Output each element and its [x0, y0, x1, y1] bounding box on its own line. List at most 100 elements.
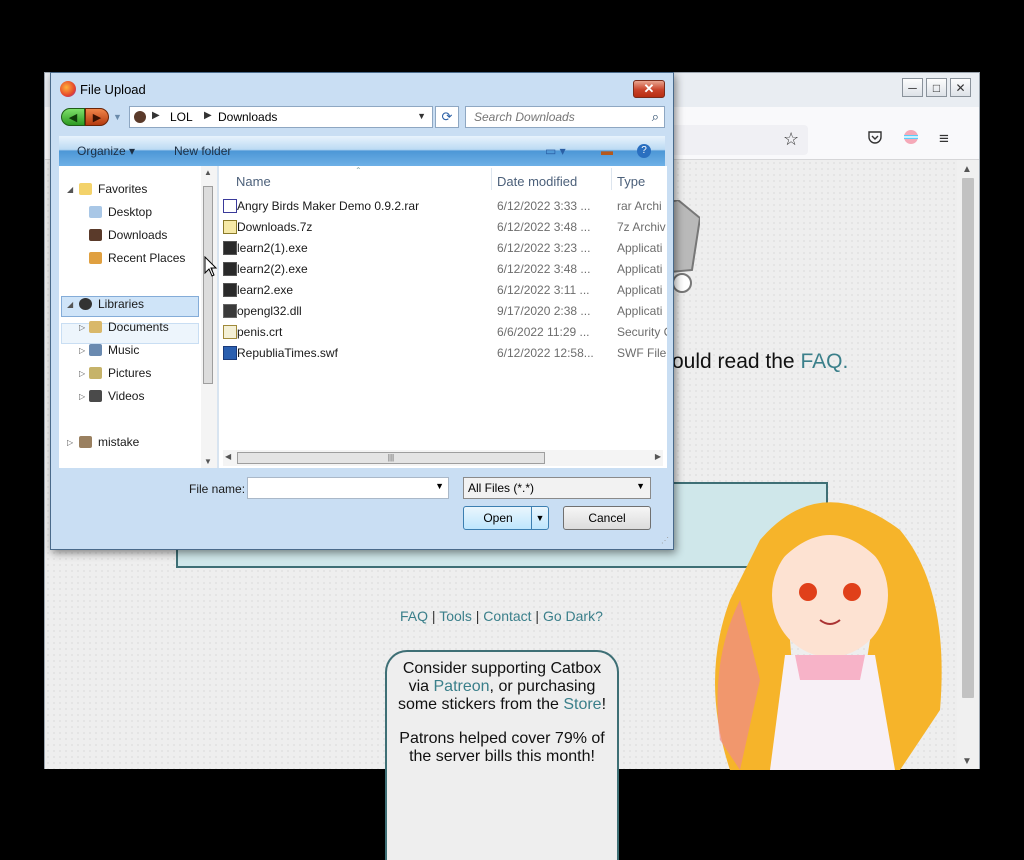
breadcrumb-arrow-icon[interactable]: ▶ [152, 110, 160, 121]
file-name: learn2(2).exe [237, 262, 308, 276]
go-dark-link[interactable]: Go Dark? [543, 608, 603, 624]
maximize-button[interactable]: □ [926, 78, 947, 97]
help-icon[interactable]: ? [637, 144, 651, 158]
collapse-arrow-icon[interactable]: ◢ [67, 185, 73, 194]
horizontal-scroll-thumb[interactable]: ||| [237, 452, 545, 464]
address-bar[interactable]: ▶ LOL ▶ Downloads ▼ [129, 106, 433, 128]
scroll-left-arrow-icon[interactable]: ◀ [225, 452, 231, 461]
faq-footer-link[interactable]: FAQ [400, 608, 428, 624]
tree-item-favorites[interactable]: Favorites [79, 182, 147, 196]
patreon-link[interactable]: Patreon [434, 678, 490, 695]
file-row[interactable]: Angry Birds Maker Demo 0.9.2.rar 6/12/202… [219, 196, 667, 217]
close-button[interactable]: ✕ [950, 78, 971, 97]
expand-arrow-icon[interactable]: ▷ [79, 369, 85, 378]
faq-notice-text: ould read the [672, 350, 801, 373]
scroll-down-arrow-icon[interactable]: ▼ [204, 457, 212, 466]
tree-item-pictures[interactable]: Pictures [89, 366, 151, 380]
file-row[interactable]: opengl32.dll 9/17/2020 2:38 ... Applicati [219, 301, 667, 322]
breadcrumb-arrow-icon[interactable]: ▶ [204, 110, 212, 121]
file-name-field[interactable]: ▼ [247, 477, 449, 499]
search-icon[interactable]: ⌕ [652, 109, 659, 125]
scroll-down-arrow-icon[interactable]: ▼ [962, 756, 972, 767]
breadcrumb-downloads[interactable]: Downloads [218, 110, 277, 124]
faq-link[interactable]: FAQ. [800, 350, 848, 373]
menu-icon[interactable]: ≡ [939, 129, 949, 149]
open-options-dropdown-icon[interactable]: ▼ [531, 507, 548, 529]
store-link[interactable]: Store [563, 696, 601, 713]
view-options-icon[interactable]: ▭ ▾ [545, 144, 566, 158]
faq-notice: ould read the FAQ. [672, 350, 848, 374]
tree-item-music[interactable]: Music [89, 343, 139, 357]
tree-item-mistake[interactable]: mistake [79, 435, 139, 449]
file-row[interactable]: RepubliaTimes.swf 6/12/2022 12:58... SWF F… [219, 343, 667, 364]
scroll-up-arrow-icon[interactable]: ▲ [204, 168, 212, 177]
file-name: RepubliaTimes.swf [237, 346, 338, 360]
forward-button[interactable]: ▶ [85, 108, 109, 126]
file-name-input[interactable] [251, 481, 435, 498]
cancel-button[interactable]: Cancel [563, 506, 651, 530]
tree-item-downloads[interactable]: Downloads [89, 228, 167, 242]
file-type-dropdown-icon[interactable]: ▼ [636, 481, 645, 491]
file-row[interactable]: learn2(2).exe 6/12/2022 3:48 ... Applicati [219, 259, 667, 280]
organize-button[interactable]: Organize ▾ [77, 144, 135, 158]
preview-pane-icon[interactable]: ▬ [601, 144, 613, 158]
expand-arrow-icon[interactable]: ▷ [67, 438, 73, 447]
open-button[interactable]: Open ▼ [463, 506, 549, 530]
new-folder-button[interactable]: New folder [174, 144, 231, 158]
search-input[interactable] [472, 109, 636, 125]
pocket-icon[interactable] [867, 129, 883, 149]
file-type-select[interactable]: All Files (*.*) ▼ [463, 477, 651, 499]
file-date: 6/6/2022 11:29 ... [497, 325, 590, 339]
minimize-button[interactable]: ─ [902, 78, 923, 97]
tree-item-desktop[interactable]: Desktop [89, 205, 152, 219]
contact-link[interactable]: Contact [483, 608, 531, 624]
dialog-close-button[interactable]: ✕ [633, 80, 665, 98]
downloads-folder-icon [89, 229, 102, 241]
column-divider[interactable] [491, 168, 492, 190]
file-row[interactable]: penis.crt 6/6/2022 11:29 ... Security C [219, 322, 667, 343]
back-button[interactable]: ◀ [61, 108, 85, 126]
recent-locations-icon[interactable]: ▼ [113, 112, 122, 122]
scroll-right-arrow-icon[interactable]: ▶ [655, 452, 661, 461]
column-divider[interactable] [611, 168, 612, 190]
refresh-button[interactable]: ⟳ [435, 106, 459, 128]
file-name-dropdown-icon[interactable]: ▼ [435, 481, 444, 491]
command-bar: Organize ▾ New folder ▭ ▾ ▬ ? [59, 136, 665, 166]
star-icon[interactable]: ☆ [783, 129, 799, 150]
file-row[interactable]: learn2.exe 6/12/2022 3:11 ... Applicati [219, 280, 667, 301]
column-header-type[interactable]: Type [617, 174, 645, 189]
tools-link[interactable]: Tools [439, 608, 472, 624]
user-folder-icon [79, 436, 92, 448]
page-scroll-thumb[interactable] [962, 178, 974, 698]
navigation-scrollbar[interactable]: ▲ ▼ [201, 166, 217, 468]
file-row[interactable]: Downloads.7z 6/12/2022 3:48 ... 7z Archiv [219, 217, 667, 238]
file-row[interactable]: learn2(1).exe 6/12/2022 3:23 ... Applicati [219, 238, 667, 259]
scroll-up-arrow-icon[interactable]: ▲ [962, 164, 972, 175]
account-icon[interactable] [903, 129, 919, 149]
tree-item-libraries[interactable]: Libraries [79, 297, 144, 311]
collapse-arrow-icon[interactable]: ◢ [67, 300, 73, 309]
breadcrumb-lol[interactable]: LOL [170, 110, 193, 124]
expand-arrow-icon[interactable]: ▷ [79, 323, 85, 332]
file-type-value: All Files (*.*) [468, 481, 535, 495]
tree-item-videos[interactable]: Videos [89, 389, 144, 403]
support-box: Consider supporting Catbox via Patreon, … [385, 650, 619, 860]
navigation-scroll-thumb[interactable] [203, 186, 213, 384]
expand-arrow-icon[interactable]: ▷ [79, 392, 85, 401]
column-header-name[interactable]: Name [236, 174, 271, 189]
tree-item-documents[interactable]: Documents [89, 320, 169, 334]
search-box[interactable]: ⌕ [465, 106, 665, 128]
libraries-icon [79, 298, 92, 310]
pictures-icon [89, 367, 102, 379]
horizontal-scrollbar[interactable]: ◀ ||| ▶ [223, 450, 663, 466]
tree-item-recent-places[interactable]: Recent Places [89, 251, 185, 265]
navigation-pane: ◢ Favorites Desktop Downloads Recent Pla… [59, 166, 215, 468]
file-date: 6/12/2022 3:48 ... [497, 262, 591, 276]
link-separator: | [428, 608, 440, 624]
expand-arrow-icon[interactable]: ▷ [79, 346, 85, 355]
file-name: opengl32.dll [237, 304, 302, 318]
resize-grip-icon[interactable]: ⋰ [661, 536, 669, 545]
page-scrollbar[interactable]: ▲ ▼ [957, 160, 979, 769]
column-header-date[interactable]: Date modified [497, 174, 577, 189]
address-dropdown-icon[interactable]: ▼ [417, 111, 426, 121]
